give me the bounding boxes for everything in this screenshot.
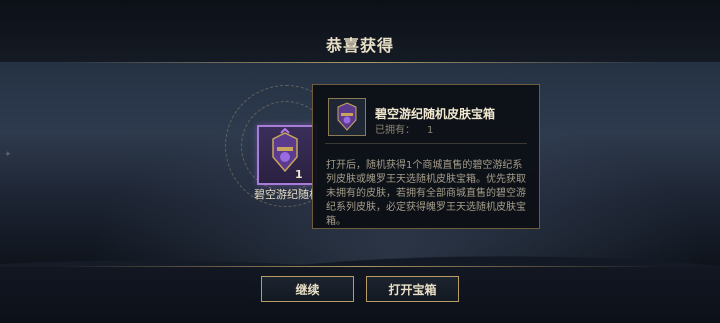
- tooltip-owned-label: 已拥有：: [375, 125, 415, 136]
- item-tooltip: 碧空游纪随机皮肤宝箱 已拥有： 1 打开后，随机获得1个商城直售的碧空游纪系列皮肤…: [312, 84, 540, 229]
- tooltip-description: 打开后，随机获得1个商城直售的碧空游纪系列皮肤或魄罗王天选随机皮肤宝箱。优先获取…: [326, 160, 526, 227]
- reward-item-name: 碧空游纪随机: [254, 188, 314, 201]
- tooltip-item-thumbnail: [328, 98, 366, 136]
- tooltip-divider: [325, 143, 527, 144]
- tooltip-owned-value: 1: [427, 125, 434, 136]
- continue-button[interactable]: 继续: [261, 276, 354, 302]
- top-divider-line: [60, 62, 660, 63]
- tooltip-owned: 已拥有： 1: [375, 121, 445, 136]
- background-ground: [0, 267, 720, 323]
- tooltip-title: 碧空游纪随机皮肤宝箱: [375, 107, 496, 121]
- open-chest-button[interactable]: 打开宝箱: [366, 276, 459, 302]
- reward-item-count: 1: [295, 168, 303, 181]
- page-title: 恭喜获得: [325, 36, 394, 55]
- skin-chest-icon: [337, 102, 357, 131]
- bottom-divider-line: [60, 266, 660, 267]
- reward-item-card[interactable]: [257, 125, 317, 185]
- side-decoration: ✦: [4, 150, 12, 160]
- skin-chest-icon: [272, 127, 298, 173]
